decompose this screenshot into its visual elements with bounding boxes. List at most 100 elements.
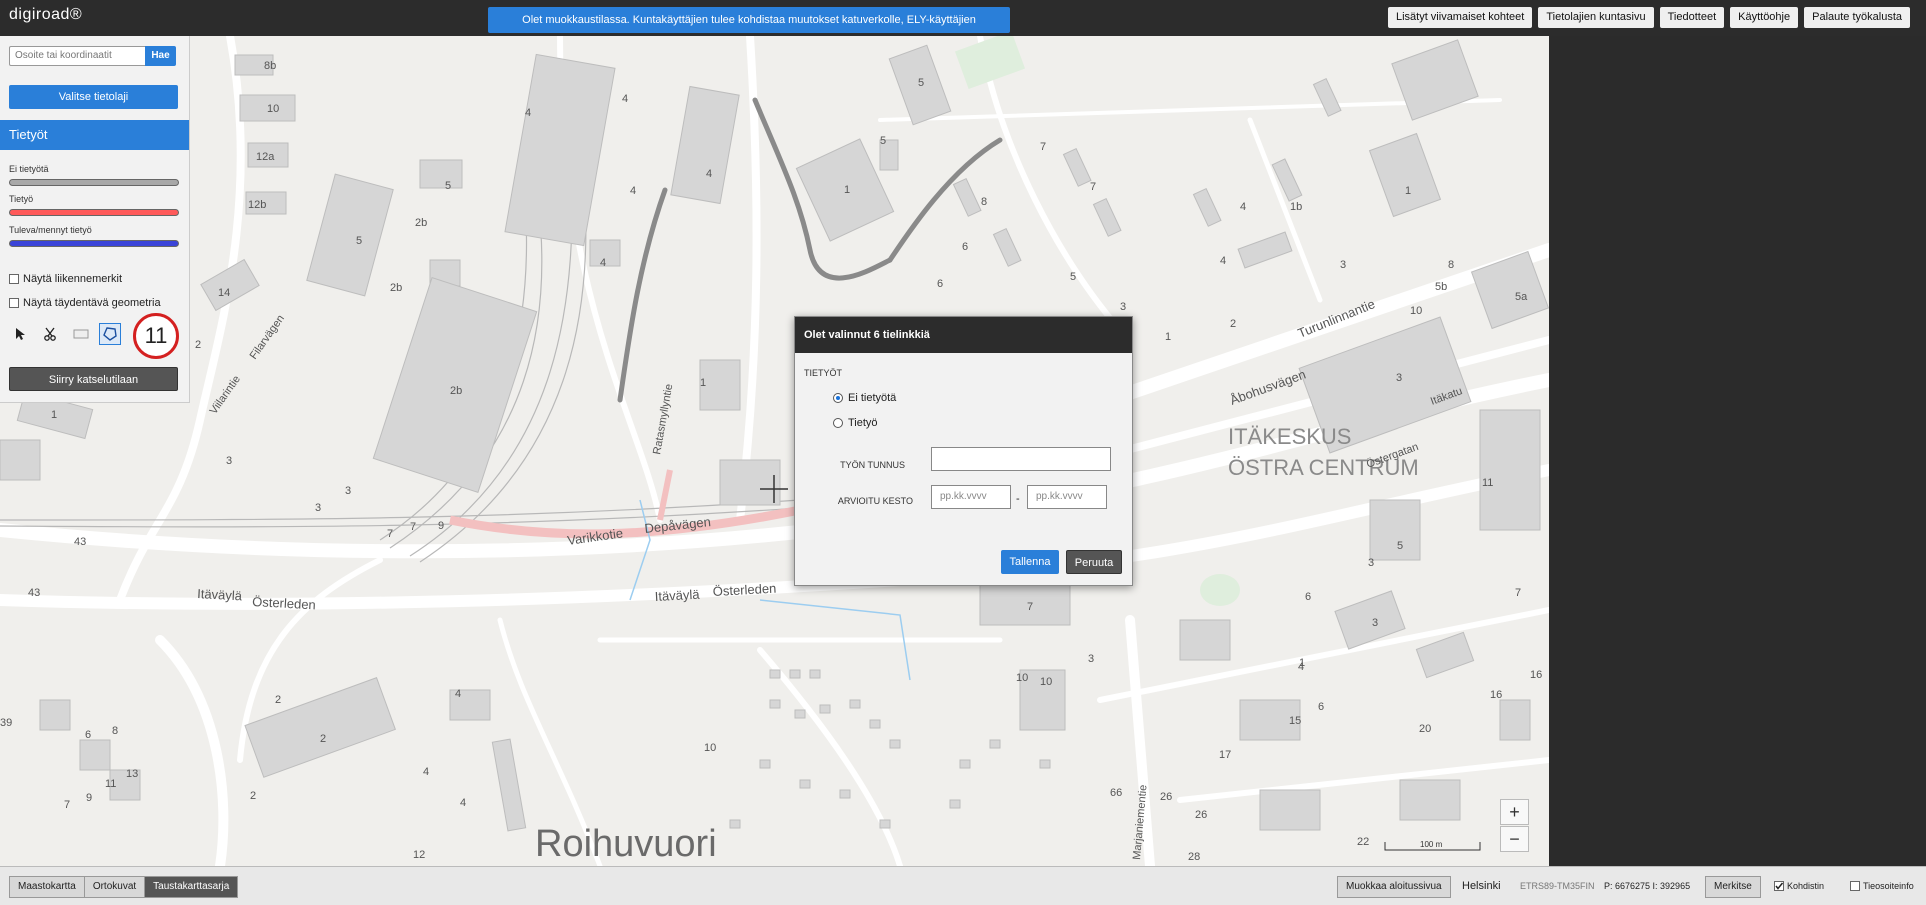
- road-work-dialog: Olet valinnut 6 tielinkkiä TIETYÖT Ei ti…: [794, 316, 1133, 586]
- svg-text:4: 4: [455, 688, 461, 700]
- crosshair-checkbox[interactable]: [1774, 881, 1784, 891]
- svg-text:20: 20: [1419, 723, 1431, 735]
- end-date-input[interactable]: pp.kk.vvvv: [1027, 485, 1107, 509]
- legend-label-no-work: Ei tietyötä: [9, 164, 49, 174]
- complementary-geometry-checkbox-row[interactable]: Näytä täydentävä geometria: [9, 297, 161, 309]
- search-button[interactable]: Hae: [145, 46, 176, 66]
- svg-text:6: 6: [962, 241, 968, 253]
- date-separator: -: [1016, 493, 1020, 505]
- map-canvas[interactable]: Roihuvuori ITÄKESKUS ÖSTRA CENTRUM Varik…: [0, 36, 1549, 866]
- svg-text:10: 10: [704, 742, 716, 754]
- complementary-geometry-checkbox[interactable]: [9, 298, 19, 308]
- save-button[interactable]: Tallenna: [1001, 550, 1059, 574]
- svg-text:3: 3: [315, 502, 321, 514]
- traffic-signs-checkbox[interactable]: [9, 274, 19, 284]
- dialog-title: Olet valinnut 6 tielinkkiä: [795, 317, 1132, 353]
- road-address-info-label: Tieosoiteinfo: [1863, 881, 1914, 891]
- mark-button[interactable]: Merkitse: [1705, 876, 1761, 898]
- svg-text:3: 3: [1396, 372, 1402, 384]
- street-label-itavayla-2: Itäväylä: [654, 587, 700, 604]
- svg-text:5: 5: [880, 135, 886, 147]
- basemap-terrain-button[interactable]: Maastokartta: [9, 876, 85, 898]
- choose-layer-button[interactable]: Valitse tietolaji: [9, 85, 178, 109]
- svg-text:26: 26: [1195, 809, 1207, 821]
- svg-text:4: 4: [423, 766, 429, 778]
- digiroad-logo[interactable]: digiroad®: [9, 6, 82, 24]
- svg-text:66: 66: [1110, 787, 1122, 799]
- svg-text:4: 4: [1220, 255, 1226, 267]
- svg-text:7: 7: [1027, 601, 1033, 613]
- top-links: Lisätyt viivamaiset kohteet Tietolajien …: [1387, 7, 1910, 28]
- street-label-itavayla-1: Itäväylä: [197, 586, 243, 603]
- svg-text:5: 5: [918, 77, 924, 89]
- map-svg: Roihuvuori ITÄKESKUS ÖSTRA CENTRUM Varik…: [0, 36, 1549, 866]
- svg-text:43: 43: [28, 587, 40, 599]
- zoom-out-button[interactable]: −: [1500, 826, 1529, 852]
- svg-text:4: 4: [1240, 201, 1246, 213]
- radio-row-work[interactable]: Tietyö: [833, 417, 878, 429]
- svg-text:1: 1: [1405, 185, 1411, 197]
- svg-text:5b: 5b: [1435, 281, 1447, 293]
- link-user-guide[interactable]: Käyttöohje: [1730, 7, 1799, 28]
- svg-text:3: 3: [1088, 653, 1094, 665]
- coordinates-readout: P: 6676275 I: 392965: [1604, 881, 1691, 891]
- street-label-ratasmyllyntie: Ratasmyllyntie: [651, 383, 675, 456]
- svg-text:8b: 8b: [264, 60, 276, 72]
- street-label-osterleden-2: Österleden: [712, 581, 776, 599]
- radio-work[interactable]: [833, 418, 843, 428]
- radio-row-no-work[interactable]: Ei tietyötä: [833, 392, 896, 404]
- svg-text:2b: 2b: [390, 282, 402, 294]
- svg-text:7: 7: [1515, 587, 1521, 599]
- radio-work-label: Tietyö: [848, 417, 878, 429]
- edit-start-page-button[interactable]: Muokkaa aloitussivua: [1337, 876, 1451, 898]
- link-feedback[interactable]: Palaute työkalusta: [1804, 7, 1910, 28]
- select-pointer-icon[interactable]: [9, 323, 31, 345]
- svg-text:2: 2: [1230, 318, 1236, 330]
- svg-text:12: 12: [413, 849, 425, 861]
- duration-label: ARVIOITU KESTO: [837, 496, 913, 506]
- rectangle-select-icon[interactable]: [70, 323, 92, 345]
- svg-text:12a: 12a: [256, 151, 275, 163]
- basemap-background-button[interactable]: Taustakarttasarja: [144, 876, 239, 898]
- svg-text:1: 1: [1165, 331, 1171, 343]
- link-municipality-page[interactable]: Tietolajien kuntasivu: [1538, 7, 1654, 28]
- svg-text:3: 3: [1340, 259, 1346, 271]
- coordinate-system: ETRS89-TM35FIN: [1520, 881, 1595, 891]
- cut-scissors-icon[interactable]: [39, 323, 61, 345]
- cancel-button[interactable]: Peruuta: [1066, 550, 1122, 574]
- svg-text:8: 8: [981, 196, 987, 208]
- edit-mode-banner: Olet muokkaustilassa. Kuntakäyttäjien tu…: [488, 7, 1010, 52]
- search-input[interactable]: Osoite tai koordinaatit: [9, 46, 151, 66]
- road-address-info-checkbox[interactable]: [1850, 881, 1860, 891]
- link-announcements[interactable]: Tiedotteet: [1659, 7, 1725, 28]
- svg-text:5: 5: [356, 235, 362, 247]
- work-id-label: TYÖN TUNNUS: [840, 460, 905, 470]
- polygon-select-icon[interactable]: [99, 323, 121, 345]
- view-mode-button[interactable]: Siirry katselutilaan: [9, 367, 178, 391]
- svg-text:10: 10: [1040, 676, 1052, 688]
- place-label-itakeskus: ITÄKESKUS: [1228, 424, 1351, 449]
- svg-text:22: 22: [1357, 836, 1369, 848]
- svg-text:4: 4: [630, 185, 636, 197]
- zoom-in-button[interactable]: +: [1500, 799, 1529, 825]
- svg-text:26: 26: [1160, 791, 1172, 803]
- work-id-input[interactable]: [931, 447, 1111, 471]
- road-address-info-checkbox-row[interactable]: Tieosoiteinfo: [1850, 881, 1914, 891]
- link-added-linear-features[interactable]: Lisätyt viivamaiset kohteet: [1387, 7, 1533, 28]
- svg-text:7: 7: [64, 799, 70, 811]
- place-label-roihuvuori: Roihuvuori: [535, 823, 717, 865]
- svg-text:15: 15: [1289, 715, 1301, 727]
- crosshair-checkbox-row[interactable]: Kohdistin: [1774, 881, 1824, 891]
- svg-text:9: 9: [86, 792, 92, 804]
- right-panel: [1549, 36, 1926, 866]
- legend-bar-no-work: [9, 179, 179, 186]
- start-date-input[interactable]: pp.kk.vvvv: [931, 485, 1011, 509]
- basemap-ortho-button[interactable]: Ortokuvat: [83, 876, 146, 898]
- street-label-filarvagen: Filarvägen: [248, 313, 287, 362]
- svg-text:39: 39: [0, 717, 12, 729]
- svg-text:3: 3: [226, 455, 232, 467]
- layer-title: Tietyöt: [0, 120, 189, 150]
- svg-text:5: 5: [1070, 271, 1076, 283]
- radio-no-work[interactable]: [833, 393, 843, 403]
- traffic-signs-checkbox-row[interactable]: Näytä liikennemerkit: [9, 273, 122, 285]
